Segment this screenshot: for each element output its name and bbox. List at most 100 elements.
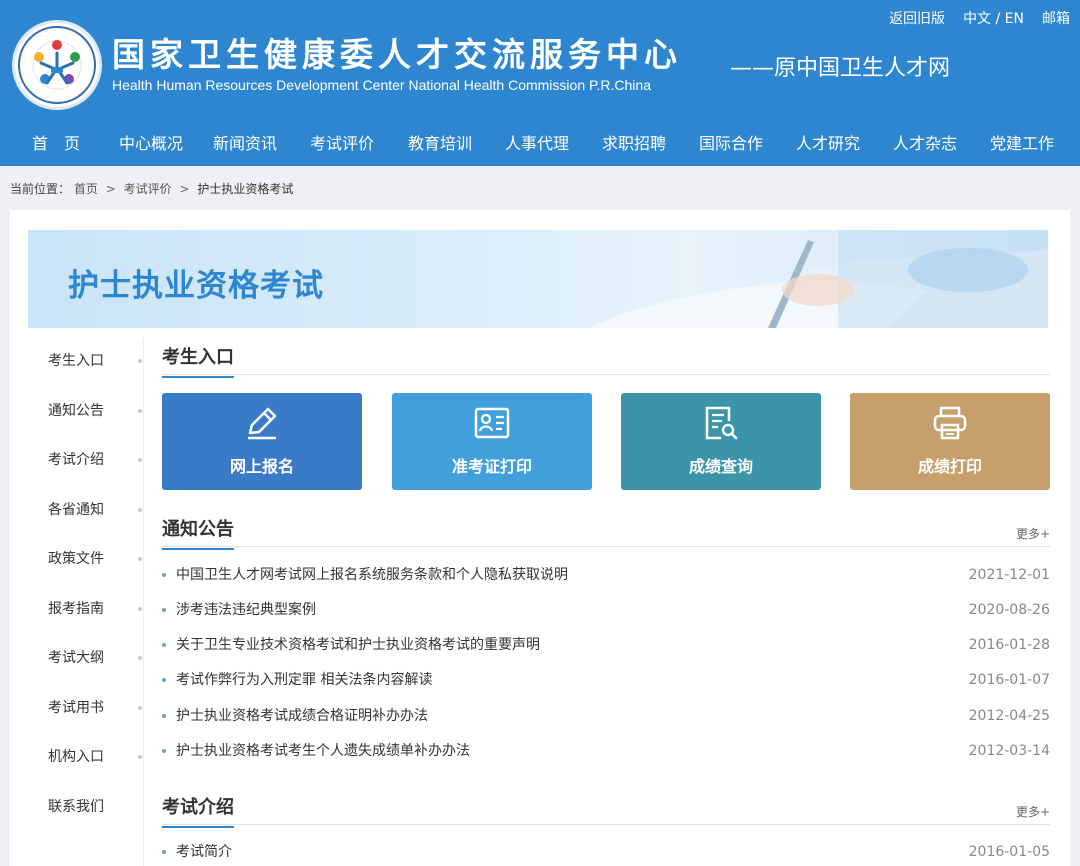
list-item-date: 2016-01-28 xyxy=(968,637,1050,653)
section-title: 考生入口 xyxy=(162,343,234,378)
breadcrumb-separator: > xyxy=(105,182,116,196)
sidebar-item-label: 联系我们 xyxy=(48,799,104,815)
bullet-icon xyxy=(162,608,166,612)
sidebar-item-application-guide[interactable]: 报考指南 xyxy=(10,594,144,624)
nav-item-research[interactable]: 人才研究 xyxy=(772,124,884,164)
breadcrumb: 当前位置： 首页 > 考试评价 > 护士执业资格考试 xyxy=(10,180,293,197)
main-nav: 首 页 中心概况 新闻资讯 考试评价 教育培训 人事代理 求职招聘 国际合作 人… xyxy=(0,124,1080,164)
nav-item-education[interactable]: 教育培训 xyxy=(384,124,496,164)
bullet-icon xyxy=(138,409,142,413)
list-item-date: 2016-01-05 xyxy=(968,844,1050,860)
site-title: 国家卫生健康委人才交流服务中心 xyxy=(112,35,682,74)
emblem-icon xyxy=(18,26,96,104)
breadcrumb-current: 护士执业资格考试 xyxy=(197,182,294,196)
online-registration-button[interactable]: 网上报名 xyxy=(162,393,362,490)
nav-item-about[interactable]: 中心概况 xyxy=(112,124,190,164)
tile-label: 网上报名 xyxy=(229,457,294,476)
id-card-icon xyxy=(474,407,510,439)
bullet-icon xyxy=(162,850,166,854)
list-item[interactable]: 护士执业资格考试成绩合格证明补办办法 2012-04-25 xyxy=(162,704,1050,728)
list-item-title: 护士执业资格考试考生个人遗失成绩单补办办法 xyxy=(176,743,470,759)
section-exam-intro: 考试介绍 更多+ xyxy=(162,793,1050,828)
sidebar-item-label: 政策文件 xyxy=(48,551,104,567)
sidebar-item-policy-docs[interactable]: 政策文件 xyxy=(10,544,144,574)
list-item-date: 2016-01-07 xyxy=(968,672,1050,688)
bullet-icon xyxy=(162,678,166,682)
nav-item-exams[interactable]: 考试评价 xyxy=(300,124,384,164)
list-item-title: 涉考违法违纪典型案例 xyxy=(176,602,316,618)
tile-label: 成绩查询 xyxy=(688,457,753,476)
banner-title: 护士执业资格考试 xyxy=(68,268,324,304)
list-item-title: 关于卫生专业技术资格考试和护士执业资格考试的重要声明 xyxy=(176,637,540,653)
bullet-icon xyxy=(138,755,142,759)
sidebar-item-label: 考生入口 xyxy=(48,353,104,369)
list-item-title: 考试作弊行为入刑定罪 相关法条内容解读 xyxy=(176,672,433,688)
list-item[interactable]: 中国卫生人才网考试网上报名系统服务条款和个人隐私获取说明 2021-12-01 xyxy=(162,563,1050,587)
document-search-icon xyxy=(705,406,738,440)
score-print-button[interactable]: 成绩打印 xyxy=(850,393,1050,490)
nav-item-home[interactable]: 首 页 xyxy=(0,124,112,164)
sidebar-item-label: 考试用书 xyxy=(48,700,104,716)
bullet-icon xyxy=(162,749,166,753)
section-title: 通知公告 xyxy=(162,515,234,550)
old-version-link[interactable]: 返回旧版 xyxy=(889,8,945,28)
sidebar-item-provincial-notices[interactable]: 各省通知 xyxy=(10,495,144,525)
sidebar-item-label: 考试介绍 xyxy=(48,452,104,468)
bullet-icon xyxy=(138,359,142,363)
tile-label: 准考证打印 xyxy=(451,457,532,476)
bullet-icon xyxy=(138,557,142,561)
breadcrumb-home[interactable]: 首页 xyxy=(74,182,98,196)
bullet-icon xyxy=(138,458,142,462)
list-item[interactable]: 考试简介 2016-01-05 xyxy=(162,840,1050,864)
sidebar-item-syllabus[interactable]: 考试大纲 xyxy=(10,643,144,673)
breadcrumb-prefix: 当前位置： xyxy=(10,182,71,196)
list-item-title: 护士执业资格考试成绩合格证明补办办法 xyxy=(176,708,428,724)
sidebar-item-books[interactable]: 考试用书 xyxy=(10,693,144,723)
page-banner: 护士执业资格考试 xyxy=(28,230,1048,328)
site-logo[interactable] xyxy=(12,20,102,110)
nav-item-personnel[interactable]: 人事代理 xyxy=(496,124,578,164)
bullet-icon xyxy=(138,607,142,611)
sidebar-item-institution-entry[interactable]: 机构入口 xyxy=(10,742,144,772)
bullet-icon xyxy=(138,508,142,512)
list-item-title: 考试简介 xyxy=(176,844,232,860)
nav-item-international[interactable]: 国际合作 xyxy=(690,124,772,164)
list-item-date: 2012-03-14 xyxy=(968,743,1050,759)
nav-item-jobs[interactable]: 求职招聘 xyxy=(578,124,690,164)
notices-more-link[interactable]: 更多+ xyxy=(1016,525,1050,542)
bullet-icon xyxy=(138,656,142,660)
score-query-button[interactable]: 成绩查询 xyxy=(621,393,821,490)
list-item[interactable]: 护士执业资格考试考生个人遗失成绩单补办办法 2012-03-14 xyxy=(162,739,1050,763)
list-item[interactable]: 关于卫生专业技术资格考试和护士执业资格考试的重要声明 2016-01-28 xyxy=(162,633,1050,657)
sidebar-item-label: 机构入口 xyxy=(48,749,104,765)
sidebar-item-contact[interactable]: 联系我们 xyxy=(10,792,144,822)
list-item-date: 2020-08-26 xyxy=(968,602,1050,618)
sidebar-item-label: 各省通知 xyxy=(48,502,104,518)
breadcrumb-exams[interactable]: 考试评价 xyxy=(124,182,172,196)
list-item[interactable]: 涉考违法违纪典型案例 2020-08-26 xyxy=(162,598,1050,622)
section-candidate-entry: 考生入口 xyxy=(162,343,1050,378)
sidebar-item-label: 考试大纲 xyxy=(48,650,104,666)
bullet-icon xyxy=(162,643,166,647)
sidebar-item-notices[interactable]: 通知公告 xyxy=(10,396,144,426)
nav-item-news[interactable]: 新闻资讯 xyxy=(190,124,300,164)
language-switch-link[interactable]: 中文 / EN xyxy=(963,8,1024,28)
intro-more-link[interactable]: 更多+ xyxy=(1016,803,1050,820)
list-item-date: 2012-04-25 xyxy=(968,708,1050,724)
sidebar-item-candidate-entry[interactable]: 考生入口 xyxy=(10,346,144,376)
site-slogan: ——原中国卫生人才网 xyxy=(730,56,951,81)
site-title-english: Health Human Resources Development Cente… xyxy=(112,77,651,93)
nav-item-party[interactable]: 党建工作 xyxy=(966,124,1078,164)
bullet-icon xyxy=(162,714,166,718)
list-item[interactable]: 考试作弊行为入刑定罪 相关法条内容解读 2016-01-07 xyxy=(162,668,1050,692)
bullet-icon xyxy=(162,573,166,577)
bullet-icon xyxy=(138,706,142,710)
content-card: 护士执业资格考试 考生入口 通知公告 考试介绍 各省通知 政策文件 报考指南 考… xyxy=(10,210,1070,866)
sidebar-item-label: 报考指南 xyxy=(48,601,104,617)
printer-icon xyxy=(933,406,967,440)
sidebar-item-exam-intro[interactable]: 考试介绍 xyxy=(10,445,144,475)
pencil-icon xyxy=(248,407,277,440)
mailbox-link[interactable]: 邮箱 xyxy=(1042,8,1070,28)
admission-ticket-print-button[interactable]: 准考证打印 xyxy=(392,393,592,490)
nav-item-magazine[interactable]: 人才杂志 xyxy=(884,124,966,164)
